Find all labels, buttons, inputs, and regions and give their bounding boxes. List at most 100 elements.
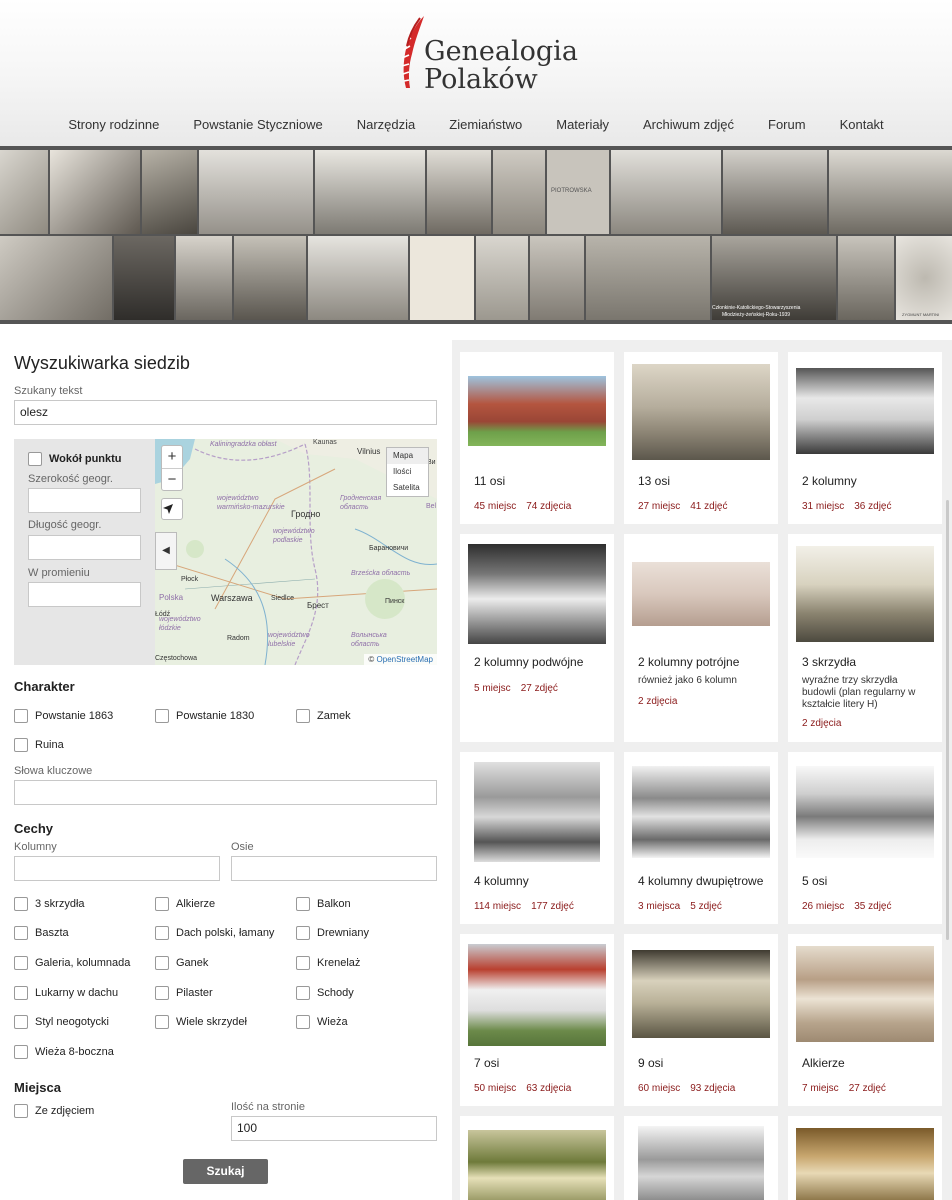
map-view[interactable]: Kaliningradzka obłast Kaunas Vilnius Ви … [155, 439, 437, 665]
longitude-label: Długość geogr. [28, 519, 102, 531]
radius-input[interactable] [28, 582, 141, 607]
result-card-2-kolumny-potrojne[interactable]: 2 kolumny potrójne również jako 6 kolumn… [624, 534, 778, 742]
result-card-9-osi[interactable]: 9 osi 60 miejsc 93 zdjęcia [624, 934, 778, 1106]
checkbox-pilaster[interactable] [155, 986, 169, 1000]
result-card-11-osi[interactable]: 11 osi 45 miejsc 74 zdjęcia [460, 352, 614, 524]
result-card-4-kolumny-dwupietrowe[interactable]: 4 kolumny dwupiętrowe 3 miejsca 5 zdjęć [624, 752, 778, 924]
nav-item-narzedzia[interactable]: Narzędzia [340, 117, 433, 132]
result-places: 60 miejsc [638, 1083, 681, 1094]
checkbox-ganek[interactable] [155, 956, 169, 970]
banner-photo-tombstone: PIOTROWSKA [547, 150, 609, 234]
result-places: 3 miejsca [638, 901, 681, 912]
checkbox-balkon[interactable] [296, 897, 310, 911]
result-photo [632, 562, 770, 626]
banner-photo [308, 236, 408, 320]
result-card-13-osi[interactable]: 13 osi 27 miejsc 41 zdjęć [624, 352, 778, 524]
around-point-label: Wokół punktu [49, 453, 122, 465]
zoom-out-button[interactable]: − [162, 468, 182, 490]
map-label: Brześcka область [351, 570, 411, 577]
search-text-input[interactable]: olesz [14, 400, 437, 425]
axes-input[interactable] [231, 856, 437, 881]
checkbox-dach-polski[interactable] [155, 926, 169, 940]
checkbox-zamek[interactable] [296, 709, 310, 723]
map-label: Kaliningradzka obłast [210, 441, 277, 448]
nav-item-ziemianstwo[interactable]: Ziemiaństwo [432, 117, 539, 132]
map-label: województwo lubelskie [268, 632, 310, 648]
result-card-partial[interactable] [624, 1116, 778, 1200]
checkbox-schody[interactable] [296, 986, 310, 1000]
result-card-partial[interactable] [460, 1116, 614, 1200]
checkbox-galeria[interactable] [14, 956, 28, 970]
map-label: Kaunas [313, 439, 337, 446]
collapse-panel-button[interactable]: ◀ [155, 532, 177, 570]
nav-item-forum[interactable]: Forum [751, 117, 823, 132]
banner-photo [829, 150, 952, 234]
banner-photo [723, 150, 827, 234]
result-photos: 2 zdjęcia [638, 696, 678, 707]
checkbox-alkierze[interactable] [155, 897, 169, 911]
map-label: Пинск [385, 598, 405, 605]
result-card-4-kolumny[interactable]: 4 kolumny 114 miejsc 177 zdjęć [460, 752, 614, 924]
label-baszta: Baszta [35, 927, 69, 939]
search-title: Wyszukiwarka siedzib [14, 353, 190, 373]
result-photos: 35 zdjęć [854, 901, 892, 912]
logo-line1: Genealogia [424, 36, 578, 67]
map-label: Łódź [155, 611, 171, 618]
per-page-input[interactable]: 100 [231, 1116, 437, 1141]
attribution-link[interactable]: OpenStreetMap [377, 655, 433, 664]
checkbox-krenelaz[interactable] [296, 956, 310, 970]
result-card-partial[interactable] [788, 1116, 942, 1200]
result-photos: 36 zdjęć [854, 501, 892, 512]
label-drewniany: Drewniany [317, 927, 369, 939]
map-label: Siedlce [271, 595, 294, 602]
locate-button[interactable] [161, 498, 183, 520]
keywords-input[interactable] [14, 780, 437, 805]
search-button[interactable]: Szukaj [183, 1159, 268, 1184]
result-photo [796, 766, 934, 858]
checkbox-baszta[interactable] [14, 926, 28, 940]
result-card-2-kolumny-podwojne[interactable]: 2 kolumny podwójne 5 miejsc 27 zdjęć [460, 534, 614, 742]
results-scrollbar[interactable] [946, 500, 949, 940]
longitude-input[interactable] [28, 535, 141, 560]
result-places: 45 miejsc [474, 501, 517, 512]
layer-option-ilosci[interactable]: Ilości [387, 464, 428, 480]
label-styl-neogotycki: Styl neogotycki [35, 1016, 109, 1028]
latitude-input[interactable] [28, 488, 141, 513]
checkbox-powstanie-1830[interactable] [155, 709, 169, 723]
result-card-2-kolumny[interactable]: 2 kolumny 31 miejsc 36 zdjęć [788, 352, 942, 524]
photo-banner: PIOTROWSKA Członkinie-Katolickiego-Stowa… [0, 146, 952, 324]
result-card-alkierze[interactable]: Alkierze 7 miejsc 27 zdjęć [788, 934, 942, 1106]
nav-item-strony-rodzinne[interactable]: Strony rodzinne [51, 117, 176, 132]
checkbox-styl-neogotycki[interactable] [14, 1015, 28, 1029]
checkbox-wieza[interactable] [296, 1015, 310, 1029]
columns-input[interactable] [14, 856, 220, 881]
result-counts: 45 miejsc 74 zdjęcia [474, 501, 571, 512]
result-counts: 26 miejsc 35 zdjęć [802, 901, 892, 912]
around-point-checkbox[interactable] [28, 452, 42, 466]
checkbox-ruina[interactable] [14, 738, 28, 752]
features-title: Cechy [14, 821, 54, 836]
site-logo[interactable]: Genealogia Polaków [398, 14, 578, 94]
result-card-5-osi[interactable]: 5 osi 26 miejsc 35 zdjęć [788, 752, 942, 924]
checkbox-lukarny[interactable] [14, 986, 28, 1000]
checkbox-with-photo[interactable] [14, 1104, 28, 1118]
search-text-label: Szukany tekst [14, 385, 83, 397]
checkbox-wieza-8-boczna[interactable] [14, 1045, 28, 1059]
checkbox-drewniany[interactable] [296, 926, 310, 940]
checkbox-powstanie-1863[interactable] [14, 709, 28, 723]
nav-item-materialy[interactable]: Materiały [539, 117, 626, 132]
result-card-7-osi[interactable]: 7 osi 50 miejsc 63 zdjęcia [460, 934, 614, 1106]
result-photo [632, 364, 770, 460]
nav-item-archiwum-zdjec[interactable]: Archiwum zdjęć [626, 117, 751, 132]
checkbox-3-skrzydla[interactable] [14, 897, 28, 911]
result-places: 5 miejsc [474, 683, 511, 694]
result-photo [638, 1126, 764, 1200]
label-ganek: Ganek [176, 957, 209, 969]
layer-option-mapa[interactable]: Mapa [387, 448, 428, 464]
zoom-in-button[interactable]: + [162, 446, 182, 468]
layer-option-satelita[interactable]: Satelita [387, 480, 428, 496]
nav-item-powstanie-styczniowe[interactable]: Powstanie Styczniowe [176, 117, 339, 132]
result-card-3-skrzydla[interactable]: 3 skrzydła wyraźne trzy skrzydła budowli… [788, 534, 942, 742]
nav-item-kontakt[interactable]: Kontakt [823, 117, 901, 132]
checkbox-wiele-skrzydel[interactable] [155, 1015, 169, 1029]
